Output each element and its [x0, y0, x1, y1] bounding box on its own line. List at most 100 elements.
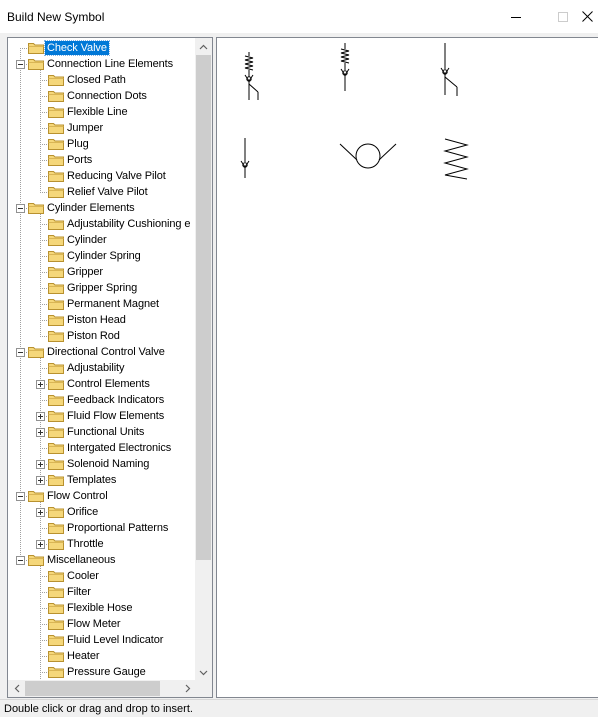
tree-item-label: Gripper	[67, 266, 103, 278]
tree-item-label: Cylinder Elements	[47, 202, 135, 214]
folder-icon	[48, 458, 64, 470]
tree-item-label: Plug	[67, 138, 89, 150]
scroll-up-button[interactable]	[195, 38, 212, 55]
folder-icon	[48, 90, 64, 102]
tree-item[interactable]: Permanent Magnet	[8, 296, 196, 312]
scrollbar-corner	[195, 680, 212, 697]
tree-item-label: Fluid Flow Elements	[67, 410, 165, 422]
tree-item-label: Cylinder	[67, 234, 107, 246]
tree-item[interactable]: Piston Rod	[8, 328, 196, 344]
collapse-toggle-icon[interactable]	[16, 204, 25, 213]
tree-item-label: Control Elements	[67, 378, 150, 390]
folder-icon	[48, 538, 64, 550]
check-valve-simple-symbol[interactable]	[235, 138, 255, 180]
minimize-button[interactable]	[493, 0, 539, 33]
tree-item[interactable]: Functional Units	[8, 424, 196, 440]
tree-item[interactable]: Cooler	[8, 568, 196, 584]
folder-icon	[48, 138, 64, 150]
check-valve-angled-symbol[interactable]	[435, 43, 469, 98]
expand-toggle-icon[interactable]	[36, 380, 45, 389]
folder-icon	[48, 74, 64, 86]
tree-item[interactable]: Gripper	[8, 264, 196, 280]
expand-toggle-icon[interactable]	[36, 412, 45, 421]
expand-toggle-icon[interactable]	[36, 508, 45, 517]
tree-item[interactable]: Adjustability Cushioning e	[8, 216, 196, 232]
scroll-down-button[interactable]	[195, 664, 212, 681]
tree-item[interactable]: Fluid Flow Elements	[8, 408, 196, 424]
tree-item[interactable]: Flexible Line	[8, 104, 196, 120]
status-bar: Double click or drag and drop to insert.	[0, 699, 598, 717]
tree-item[interactable]: Gripper Spring	[8, 280, 196, 296]
tree-item[interactable]: Closed Path	[8, 72, 196, 88]
folder-icon	[48, 410, 64, 422]
chevron-left-icon	[14, 684, 19, 693]
tree-item[interactable]: Feedback Indicators	[8, 392, 196, 408]
tree-item[interactable]: Jumper	[8, 120, 196, 136]
collapse-toggle-icon[interactable]	[16, 60, 25, 69]
symbol-tree[interactable]: Check Valve Connection Line Elements Close…	[7, 37, 213, 698]
folder-icon	[48, 106, 64, 118]
tree-group-item[interactable]: Check Valve	[8, 40, 196, 56]
folder-icon	[48, 570, 64, 582]
tree-item[interactable]: Templates	[8, 472, 196, 488]
tree-item[interactable]: Fluid Level Indicator	[8, 632, 196, 648]
expand-toggle-icon[interactable]	[36, 428, 45, 437]
tree-rows: Check Valve Connection Line Elements Close…	[8, 38, 196, 681]
tree-item-label: Flow Meter	[67, 618, 121, 630]
tree-group-item[interactable]: Cylinder Elements	[8, 200, 196, 216]
tree-item[interactable]: Flexible Hose	[8, 600, 196, 616]
expand-toggle-icon[interactable]	[36, 540, 45, 549]
tree-item[interactable]: Flow Meter	[8, 616, 196, 632]
vertical-scroll-thumb[interactable]	[196, 55, 211, 560]
tree-item[interactable]: Control Elements	[8, 376, 196, 392]
tree-item[interactable]: Piston Head	[8, 312, 196, 328]
tree-group-item[interactable]: Flow Control	[8, 488, 196, 504]
maximize-icon	[558, 11, 568, 22]
collapse-toggle-icon[interactable]	[16, 556, 25, 565]
tree-item[interactable]: Throttle	[8, 536, 196, 552]
folder-icon	[48, 650, 64, 662]
tree-vertical-scrollbar[interactable]	[195, 38, 212, 681]
folder-icon	[48, 522, 64, 534]
tree-item-label: Functional Units	[67, 426, 145, 438]
folder-icon	[48, 218, 64, 230]
tree-item[interactable]: Intergated Electronics	[8, 440, 196, 456]
tree-item[interactable]: Cylinder Spring	[8, 248, 196, 264]
tree-item[interactable]: Solenoid Naming	[8, 456, 196, 472]
spring-check-valve-angled-symbol[interactable]	[237, 52, 271, 102]
spring-check-valve-straight-symbol[interactable]	[335, 43, 359, 93]
tree-item[interactable]: Orifice	[8, 504, 196, 520]
tree-item-label: Flow Control	[47, 490, 108, 502]
tree-item[interactable]: Pressure Gauge	[8, 664, 196, 680]
tree-item-label: Pressure Gauge	[67, 666, 146, 678]
tree-group-item[interactable]: Miscellaneous	[8, 552, 196, 568]
tree-item[interactable]: Proportional Patterns	[8, 520, 196, 536]
tree-group-item[interactable]: Directional Control Valve	[8, 344, 196, 360]
close-button[interactable]	[578, 0, 598, 33]
tree-item[interactable]: Ports	[8, 152, 196, 168]
tree-item-label: Proportional Patterns	[67, 522, 169, 534]
tree-item-label: Orifice	[67, 506, 99, 518]
tree-item[interactable]: Filter	[8, 584, 196, 600]
collapse-toggle-icon[interactable]	[16, 492, 25, 501]
tree-horizontal-scrollbar[interactable]	[8, 680, 196, 697]
tree-item[interactable]: Plug	[8, 136, 196, 152]
folder-icon	[28, 58, 44, 70]
tree-group-item[interactable]: Connection Line Elements	[8, 56, 196, 72]
expand-toggle-icon[interactable]	[36, 476, 45, 485]
spring-symbol[interactable]	[441, 137, 471, 181]
tree-item[interactable]: Cylinder	[8, 232, 196, 248]
tree-item[interactable]: Relief Valve Pilot	[8, 184, 196, 200]
expand-toggle-icon[interactable]	[36, 460, 45, 469]
horizontal-scroll-thumb[interactable]	[25, 681, 160, 696]
scroll-left-button[interactable]	[8, 680, 25, 697]
tree-item[interactable]: Adjustability	[8, 360, 196, 376]
tree-item-label: Miscellaneous	[47, 554, 116, 566]
collapse-toggle-icon[interactable]	[16, 348, 25, 357]
tree-item[interactable]: Heater	[8, 648, 196, 664]
tree-item-label: Cooler	[67, 570, 99, 582]
tree-item[interactable]: Connection Dots	[8, 88, 196, 104]
scroll-right-button[interactable]	[179, 680, 196, 697]
ball-seat-symbol[interactable]	[339, 138, 397, 174]
tree-item[interactable]: Reducing Valve Pilot	[8, 168, 196, 184]
